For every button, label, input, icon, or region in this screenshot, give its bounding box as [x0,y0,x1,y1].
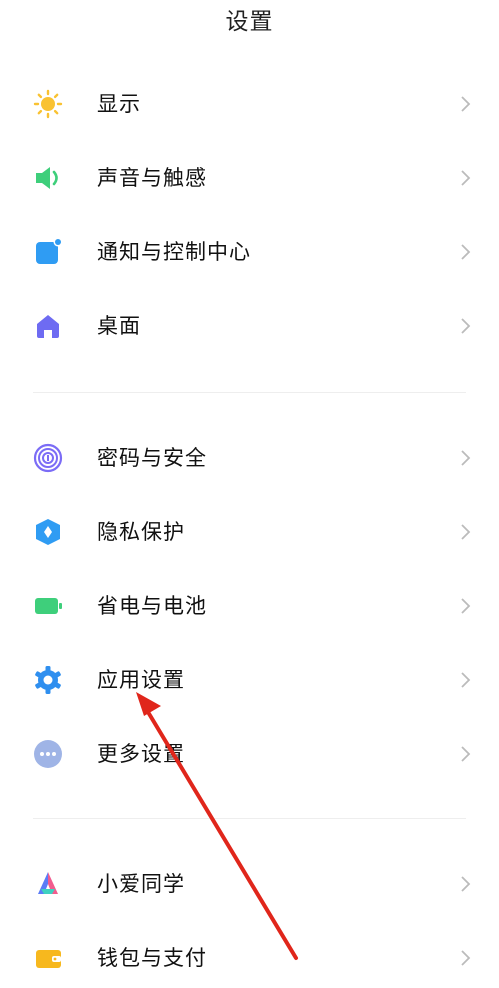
settings-item-label: 通知与控制中心 [97,240,251,264]
settings-item-display[interactable]: 显示 [0,74,499,134]
chevron-right-icon [461,170,471,186]
settings-item-wallet[interactable]: 钱包与支付 [0,928,499,988]
chevron-right-icon [461,524,471,540]
group-divider [33,392,466,393]
chevron-right-icon [461,950,471,966]
group-divider [33,818,466,819]
settings-item-label: 桌面 [97,314,141,338]
settings-item-xiaoai[interactable]: 小爱同学 [0,854,499,914]
chevron-right-icon [461,598,471,614]
page-title: 设置 [225,9,274,35]
chevron-right-icon [461,672,471,688]
settings-item-label: 声音与触感 [97,166,207,190]
settings-item-app-settings[interactable]: 应用设置 [0,650,499,710]
battery-icon [35,598,62,614]
home-icon [37,315,59,338]
chevron-right-icon [461,244,471,260]
settings-item-label: 隐私保护 [97,520,185,544]
chevron-right-icon [461,318,471,334]
shield-icon [36,519,60,545]
settings-item-label: 密码与安全 [97,446,207,470]
wallet-icon [36,950,61,968]
settings-item-privacy[interactable]: 隐私保护 [0,502,499,562]
settings-item-more-settings[interactable]: 更多设置 [0,724,499,784]
sun-icon [33,89,63,119]
settings-item-notifications[interactable]: 通知与控制中心 [0,222,499,282]
chevron-right-icon [461,746,471,762]
speaker-icon [36,167,58,189]
xiaoai-icon [38,872,58,894]
settings-item-home-screen[interactable]: 桌面 [0,296,499,356]
gear-icon [35,666,61,694]
notification-icon [36,237,63,264]
settings-item-sound[interactable]: 声音与触感 [0,148,499,208]
settings-item-password-security[interactable]: 密码与安全 [0,428,499,488]
settings-item-label: 应用设置 [97,668,185,692]
settings-item-label: 钱包与支付 [97,946,207,970]
settings-item-battery[interactable]: 省电与电池 [0,576,499,636]
settings-item-label: 小爱同学 [97,872,185,896]
settings-item-label: 显示 [97,92,141,116]
chevron-right-icon [461,876,471,892]
chevron-right-icon [461,450,471,466]
settings-item-label: 省电与电池 [97,594,207,618]
chevron-right-icon [461,96,471,112]
more-icon [34,740,62,768]
fingerprint-icon [33,443,63,473]
settings-item-label: 更多设置 [97,742,185,766]
